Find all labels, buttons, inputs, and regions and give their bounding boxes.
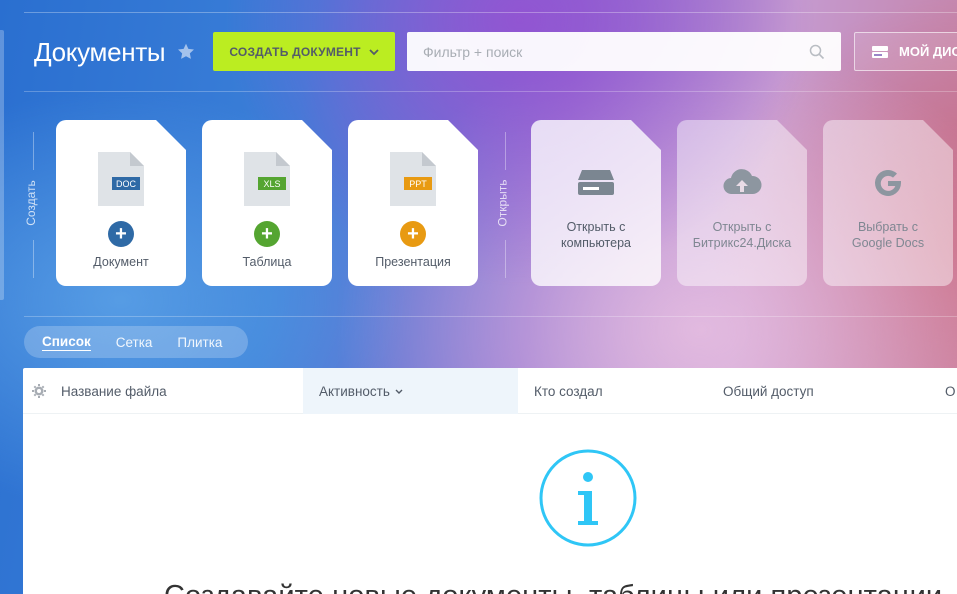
plus-icon: +: [254, 221, 280, 247]
grid-header: Название файла Активность Кто создал Общ…: [23, 368, 957, 414]
my-disk-button[interactable]: МОЙ ДИС: [854, 32, 957, 71]
svg-text:XLS: XLS: [263, 179, 280, 189]
view-switcher: Список Сетка Плитка: [24, 326, 248, 358]
page-header: Документы: [34, 32, 197, 72]
empty-state-text: Создавайте новые документы, таблицы или …: [164, 580, 942, 594]
search-input[interactable]: [423, 43, 803, 60]
create-xls-label: Таблица: [242, 255, 292, 269]
google-docs-label: Выбрать с Google Docs: [851, 220, 925, 250]
col-more[interactable]: О: [945, 368, 957, 414]
gear-icon[interactable]: [32, 384, 46, 398]
info-icon: [539, 449, 637, 547]
search-icon[interactable]: [809, 44, 825, 60]
create-line-bottom: [33, 240, 34, 278]
svg-text:PPT: PPT: [409, 179, 427, 189]
hard-drive-icon: [576, 166, 616, 200]
left-panel-edge: [0, 30, 4, 300]
open-bitrix-disk-label: Открыть с Битрикс24.Диска: [692, 220, 792, 250]
documents-grid: Название файла Активность Кто создал Общ…: [23, 368, 957, 594]
hard-drive-icon: [872, 45, 888, 58]
cloud-upload-icon: [722, 166, 762, 200]
google-icon: [868, 166, 908, 200]
open-line-bottom: [505, 240, 506, 278]
top-divider: [24, 12, 957, 13]
create-ppt-label: Презентация: [375, 255, 451, 269]
open-computer-label: Открыть с компьютера: [561, 220, 631, 250]
plus-icon: +: [400, 221, 426, 247]
create-line-top: [33, 132, 34, 170]
open-computer-card[interactable]: Открыть с компьютера: [531, 120, 661, 286]
create-doc-label: Документ: [93, 255, 149, 269]
cards-divider: [24, 316, 957, 317]
create-doc-card[interactable]: DOC + Документ: [56, 120, 186, 286]
plus-icon: +: [108, 221, 134, 247]
my-disk-label: МОЙ ДИС: [899, 44, 957, 59]
chevron-down-icon: [369, 48, 379, 55]
chevron-down-icon: [395, 389, 403, 394]
create-xls-card[interactable]: XLS + Таблица: [202, 120, 332, 286]
xls-file-icon: XLS: [244, 152, 290, 206]
col-created-by[interactable]: Кто создал: [534, 368, 714, 414]
svg-text:DOC: DOC: [116, 179, 137, 189]
page-title: Документы: [34, 36, 166, 67]
col-activity[interactable]: Активность: [303, 368, 518, 414]
view-list-tab[interactable]: Список: [42, 334, 91, 351]
col-name[interactable]: Название файла: [61, 368, 301, 414]
view-grid-tab[interactable]: Сетка: [116, 335, 153, 350]
create-section-label: Создать: [23, 180, 38, 226]
open-section-label: Открыть: [495, 179, 510, 227]
create-document-label: СОЗДАТЬ ДОКУМЕНТ: [229, 44, 361, 59]
create-document-button[interactable]: СОЗДАТЬ ДОКУМЕНТ: [213, 32, 395, 71]
col-shared[interactable]: Общий доступ: [723, 368, 923, 414]
search-box[interactable]: [407, 32, 841, 71]
open-line-top: [505, 132, 506, 170]
view-tiles-tab[interactable]: Плитка: [177, 335, 222, 350]
google-docs-card[interactable]: Выбрать с Google Docs: [823, 120, 953, 286]
star-icon[interactable]: [175, 41, 197, 63]
grid-empty-state: Создавайте новые документы, таблицы или …: [23, 414, 957, 594]
open-bitrix-disk-card[interactable]: Открыть с Битрикс24.Диска: [677, 120, 807, 286]
ppt-file-icon: PPT: [390, 152, 436, 206]
header-divider: [24, 91, 957, 92]
create-ppt-card[interactable]: PPT + Презентация: [348, 120, 478, 286]
doc-file-icon: DOC: [98, 152, 144, 206]
